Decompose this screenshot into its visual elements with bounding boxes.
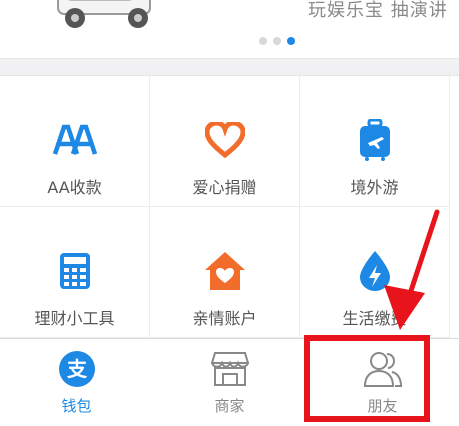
carousel-dot-active[interactable] bbox=[287, 37, 295, 45]
section-divider bbox=[0, 58, 459, 76]
svg-text:支: 支 bbox=[67, 357, 88, 381]
tab-merchants[interactable]: 商家 bbox=[153, 339, 306, 426]
aa-icon bbox=[52, 118, 97, 162]
tab-label: 钱包 bbox=[61, 397, 92, 415]
alipay-icon: 支 bbox=[57, 349, 97, 389]
carousel-dot[interactable] bbox=[273, 37, 281, 45]
grid-item-label: AA收款 bbox=[47, 178, 102, 197]
carousel-dot[interactable] bbox=[259, 37, 267, 45]
grid-item-label: 境外游 bbox=[350, 178, 399, 197]
suitcase-icon bbox=[353, 118, 397, 162]
grid-item-label: 理财小工具 bbox=[34, 309, 115, 328]
shop-icon bbox=[210, 349, 250, 389]
tab-wallet[interactable]: 支 钱包 bbox=[0, 339, 153, 426]
grid-item-family-account[interactable]: 亲情账户 bbox=[150, 207, 300, 338]
tab-label: 商家 bbox=[214, 397, 245, 415]
grid-item-label: 亲情账户 bbox=[192, 309, 257, 328]
car-illustration bbox=[57, 0, 151, 28]
annotation-highlight-box bbox=[304, 335, 430, 422]
grid-item-travel[interactable]: 境外游 bbox=[300, 76, 450, 207]
grid-item-charity[interactable]: 爱心捐赠 bbox=[150, 76, 300, 207]
service-grid: AA收款 爱心捐赠 境外游 理财小工具 亲情账户 生活缴费 bbox=[0, 76, 459, 338]
promo-banner[interactable]: 玩娱乐宝 抽演讲 bbox=[0, 0, 459, 58]
grid-item-aa[interactable]: AA收款 bbox=[0, 76, 150, 207]
heart-icon bbox=[203, 118, 247, 162]
carousel-dots bbox=[259, 37, 295, 45]
banner-text: 玩娱乐宝 抽演讲 bbox=[308, 0, 448, 21]
grid-item-utilities[interactable]: 生活缴费 bbox=[300, 207, 450, 338]
calculator-icon bbox=[53, 249, 97, 293]
grid-item-finance-tools[interactable]: 理财小工具 bbox=[0, 207, 150, 338]
water-lightning-icon bbox=[353, 249, 397, 293]
grid-item-label: 爱心捐赠 bbox=[192, 178, 257, 197]
grid-item-label: 生活缴费 bbox=[342, 309, 407, 328]
house-heart-icon bbox=[203, 249, 247, 293]
